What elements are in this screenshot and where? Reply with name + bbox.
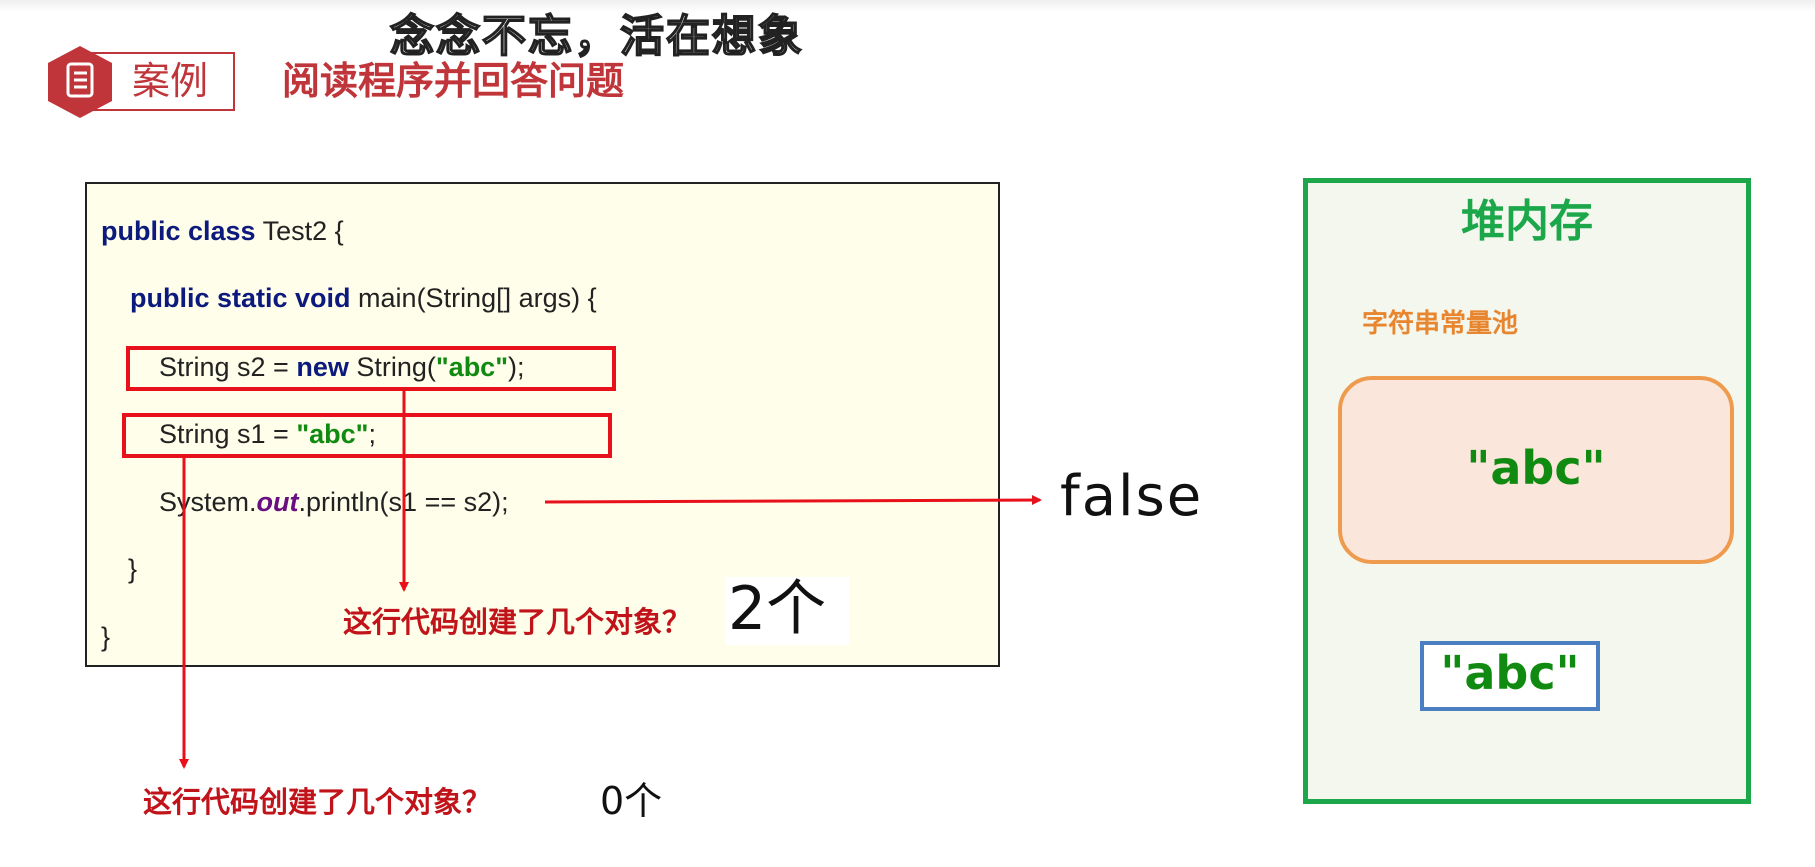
question-s1: 这行代码创建了几个对象？ [143, 785, 492, 819]
pool-string-object: "abc" [1466, 441, 1606, 495]
arrow-println-to-result [544, 495, 1042, 506]
question-s2: 这行代码创建了几个对象？ [343, 605, 692, 639]
heap-string-object-value: "abc" [1440, 646, 1580, 700]
string-pool-title: 字符串常量池 [1362, 309, 1519, 339]
heap-title: 堆内存 [1461, 196, 1593, 247]
result-false: false [1060, 464, 1204, 529]
answer-s2: 2个 [728, 574, 827, 644]
answer-s1: 0个 [600, 779, 663, 823]
